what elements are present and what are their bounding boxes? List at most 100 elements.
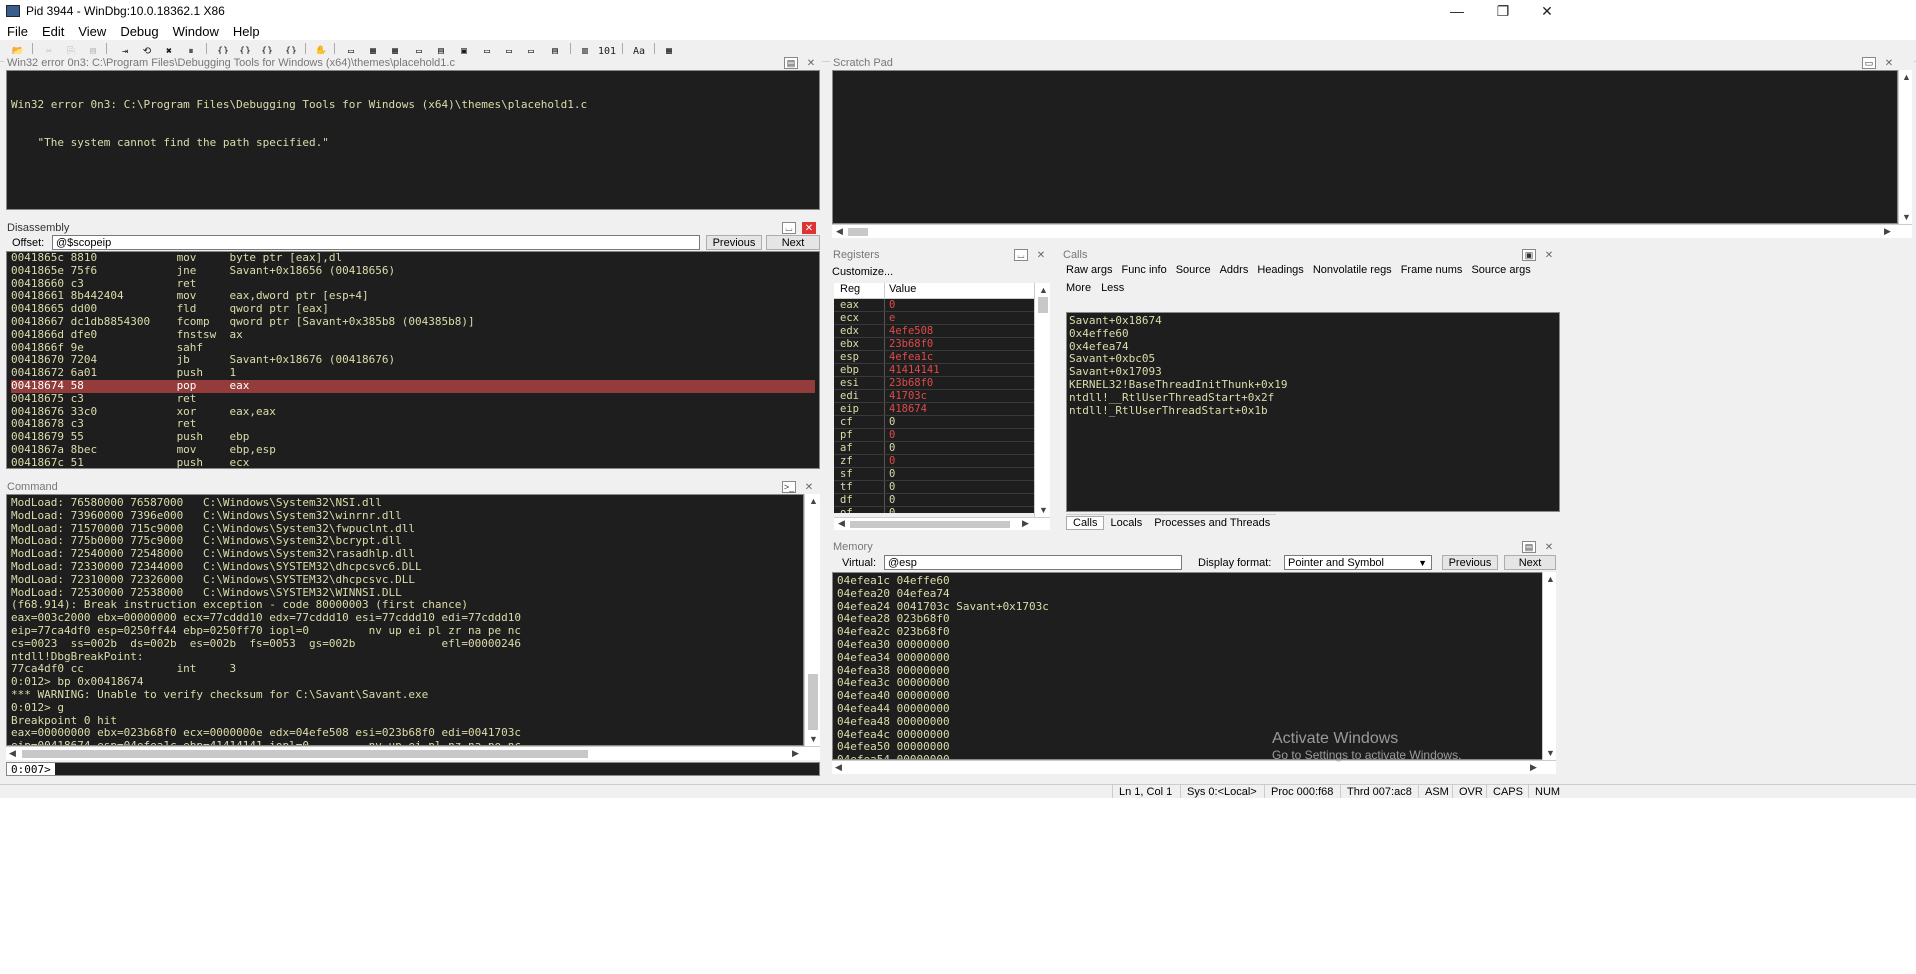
call-stack-list[interactable]: Savant+0x18674 0x4effe60 0x4efea74 Savant+0… bbox=[1066, 312, 1560, 512]
close-icon[interactable]: ✕ bbox=[1882, 57, 1896, 69]
registers-horizontal-scrollbar[interactable]: ◀ ▶ bbox=[834, 517, 1050, 530]
less-button[interactable]: Less bbox=[1101, 282, 1124, 294]
scroll-thumb[interactable] bbox=[22, 750, 588, 758]
command-prompt-icon[interactable]: >_ bbox=[782, 481, 796, 493]
value-column-header[interactable]: Value bbox=[884, 283, 1034, 298]
register-value[interactable]: 0 bbox=[884, 494, 1034, 506]
func-info-button[interactable]: Func info bbox=[1121, 264, 1166, 276]
close-icon[interactable]: ✕ bbox=[802, 222, 816, 234]
memory-horizontal-scrollbar[interactable]: ◀ ▶ bbox=[832, 760, 1556, 774]
virtual-address-input[interactable]: @esp bbox=[884, 555, 1182, 570]
register-value[interactable]: 0 bbox=[884, 455, 1034, 467]
memory-vertical-scrollbar[interactable]: ▲ ▼ bbox=[1542, 572, 1556, 760]
register-row[interactable]: tf 0 bbox=[834, 481, 1034, 494]
register-row[interactable]: eax 0 bbox=[834, 299, 1034, 312]
scroll-down-icon[interactable]: ▼ bbox=[1039, 505, 1048, 515]
register-value[interactable]: 0 bbox=[884, 468, 1034, 480]
register-value[interactable]: 418674 bbox=[884, 403, 1034, 415]
scroll-down-icon[interactable]: ▼ bbox=[1546, 748, 1555, 758]
register-row[interactable]: ebp 41414141 bbox=[834, 364, 1034, 377]
scroll-thumb[interactable] bbox=[850, 521, 1010, 528]
register-value[interactable]: 0 bbox=[884, 416, 1034, 428]
tab-locals[interactable]: Locals bbox=[1104, 517, 1148, 529]
disassembly-listing[interactable]: 0041865c 8810 mov byte ptr [eax],dl 00418… bbox=[6, 251, 820, 469]
previous-button[interactable]: Previous bbox=[706, 235, 762, 250]
scratch-vertical-scrollbar[interactable]: ▲ ▼ bbox=[1898, 70, 1912, 224]
scroll-right-icon[interactable]: ▶ bbox=[1530, 762, 1537, 773]
scroll-right-icon[interactable]: ▶ bbox=[792, 748, 799, 759]
more-button[interactable]: More bbox=[1066, 282, 1091, 294]
menu-help[interactable]: Help bbox=[226, 24, 267, 39]
register-value[interactable]: 41414141 bbox=[884, 364, 1034, 376]
scratch-pad-text[interactable] bbox=[832, 70, 1898, 224]
menu-edit[interactable]: Edit bbox=[35, 24, 71, 39]
panel-dock-icon[interactable]: ⌴ bbox=[1014, 249, 1028, 261]
register-row[interactable]: esp 4efea1c bbox=[834, 351, 1034, 364]
scroll-left-icon[interactable]: ◀ bbox=[9, 748, 16, 759]
register-value[interactable]: 0 bbox=[884, 481, 1034, 493]
addrs-button[interactable]: Addrs bbox=[1220, 264, 1249, 276]
panel-dock-icon[interactable]: ▣ bbox=[1522, 249, 1536, 261]
scroll-right-icon[interactable]: ▶ bbox=[1022, 518, 1029, 529]
register-row[interactable]: df 0 bbox=[834, 494, 1034, 507]
register-row[interactable]: ebx 23b68f0 bbox=[834, 338, 1034, 351]
tab-processes-threads[interactable]: Processes and Threads bbox=[1148, 517, 1276, 529]
nonvolatile-regs-button[interactable]: Nonvolatile regs bbox=[1313, 264, 1392, 276]
command-vertical-scrollbar[interactable]: ▲ ▼ bbox=[804, 494, 820, 746]
panel-dock-icon[interactable]: ▭ bbox=[1862, 57, 1876, 69]
scroll-down-icon[interactable]: ▼ bbox=[1902, 212, 1911, 222]
register-value[interactable]: 0 bbox=[884, 442, 1034, 454]
minimize-button[interactable]: — bbox=[1434, 0, 1480, 22]
scroll-left-icon[interactable]: ◀ bbox=[838, 518, 845, 529]
next-button[interactable]: Next bbox=[766, 235, 820, 250]
scroll-thumb[interactable] bbox=[1038, 297, 1048, 313]
restore-button[interactable]: ❐ bbox=[1480, 0, 1526, 22]
menu-file[interactable]: File bbox=[0, 24, 35, 39]
scroll-up-icon[interactable]: ▲ bbox=[809, 496, 818, 506]
source-button[interactable]: Source bbox=[1176, 264, 1211, 276]
register-row[interactable]: eip 418674 bbox=[834, 403, 1034, 416]
offset-input[interactable]: @$scopeip bbox=[52, 235, 700, 250]
register-row[interactable]: af 0 bbox=[834, 442, 1034, 455]
register-row[interactable]: edx 4efe508 bbox=[834, 325, 1034, 338]
memory-dump[interactable]: 04efea1c 04effe60 04efea20 04efea74 04efea… bbox=[832, 572, 1542, 760]
register-value[interactable]: e bbox=[884, 312, 1034, 324]
reg-column-header[interactable]: Reg bbox=[834, 283, 884, 298]
register-row[interactable]: edi 41703c bbox=[834, 390, 1034, 403]
close-button[interactable]: ✕ bbox=[1524, 0, 1570, 22]
scroll-left-icon[interactable]: ◀ bbox=[835, 762, 842, 773]
panel-dock-icon[interactable]: ⌴ bbox=[782, 222, 796, 234]
scroll-thumb[interactable] bbox=[848, 228, 868, 236]
headings-button[interactable]: Headings bbox=[1257, 264, 1303, 276]
register-row[interactable]: esi 23b68f0 bbox=[834, 377, 1034, 390]
scroll-down-icon[interactable]: ▼ bbox=[809, 734, 818, 744]
scroll-left-icon[interactable]: ◀ bbox=[836, 226, 843, 237]
register-row[interactable]: cf 0 bbox=[834, 416, 1034, 429]
close-icon[interactable]: ✕ bbox=[802, 481, 816, 493]
register-row[interactable]: zf 0 bbox=[834, 455, 1034, 468]
panel-dock-icon[interactable]: ▤ bbox=[1522, 541, 1536, 553]
register-value[interactable]: 23b68f0 bbox=[884, 377, 1034, 389]
registers-vertical-scrollbar[interactable]: ▲ ▼ bbox=[1034, 283, 1050, 517]
scroll-right-icon[interactable]: ▶ bbox=[1884, 226, 1891, 237]
menu-view[interactable]: View bbox=[71, 24, 113, 39]
register-value[interactable]: 0 bbox=[884, 507, 1034, 513]
register-value[interactable]: 0 bbox=[884, 429, 1034, 441]
register-value[interactable]: 23b68f0 bbox=[884, 338, 1034, 350]
register-value[interactable]: 41703c bbox=[884, 390, 1034, 402]
register-value[interactable]: 0 bbox=[884, 299, 1034, 311]
source-args-button[interactable]: Source args bbox=[1471, 264, 1530, 276]
command-input[interactable] bbox=[54, 763, 819, 775]
next-button[interactable]: Next bbox=[1504, 555, 1556, 570]
scratch-horizontal-scrollbar[interactable]: ◀ ▶ bbox=[832, 224, 1912, 238]
menu-debug[interactable]: Debug bbox=[113, 24, 165, 39]
raw-args-button[interactable]: Raw args bbox=[1066, 264, 1112, 276]
scroll-thumb[interactable] bbox=[808, 674, 818, 730]
register-row[interactable]: ecx e bbox=[834, 312, 1034, 325]
register-value[interactable]: 4efea1c bbox=[884, 351, 1034, 363]
panel-dock-icon[interactable]: ▤ bbox=[784, 57, 798, 69]
register-row[interactable]: pf 0 bbox=[834, 429, 1034, 442]
customize-button[interactable]: Customize... bbox=[832, 264, 910, 279]
register-row[interactable]: sf 0 bbox=[834, 468, 1034, 481]
scroll-up-icon[interactable]: ▲ bbox=[1039, 285, 1048, 295]
